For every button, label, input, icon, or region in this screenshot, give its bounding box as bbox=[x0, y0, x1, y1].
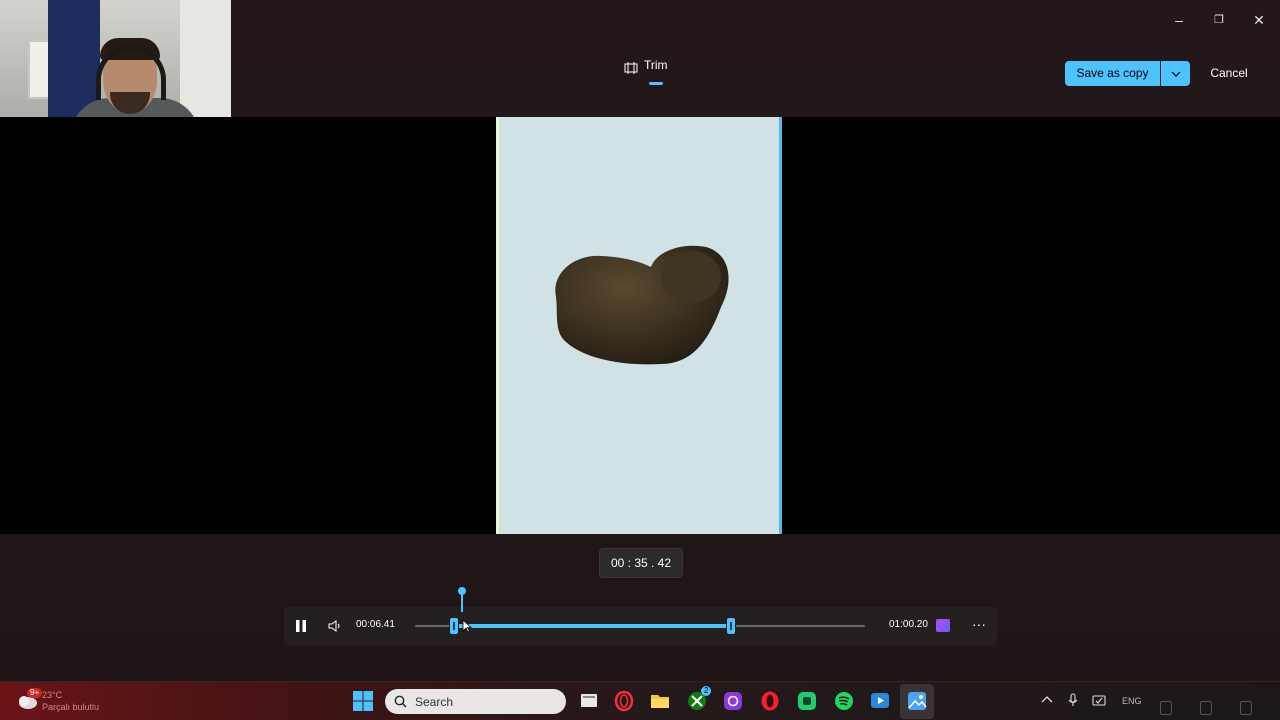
timeline-selection bbox=[454, 624, 731, 628]
minimize-button[interactable]: – bbox=[1169, 10, 1189, 30]
opera-icon[interactable] bbox=[759, 690, 781, 712]
task-view-icon[interactable] bbox=[578, 690, 600, 712]
playhead-line bbox=[460, 592, 463, 612]
trim-icon bbox=[624, 62, 638, 74]
mouse-cursor-icon bbox=[462, 619, 472, 633]
close-button[interactable]: ✕ bbox=[1249, 10, 1269, 30]
input-language[interactable]: ENG bbox=[1122, 696, 1142, 706]
more-options-button[interactable]: ··· bbox=[970, 617, 988, 635]
cancel-button[interactable]: Cancel bbox=[1198, 61, 1260, 86]
time-tooltip: 00 : 35 . 42 bbox=[599, 548, 683, 578]
chevron-up-icon[interactable] bbox=[1040, 693, 1054, 707]
photos-editor-icon[interactable] bbox=[906, 690, 928, 712]
tab-trim-label: Trim bbox=[644, 58, 668, 72]
taskbar: 9+ 23°C Parçalı bulutlu Search 2 ENG bbox=[0, 681, 1280, 720]
playhead-handle[interactable] bbox=[457, 587, 466, 595]
microphone-icon[interactable] bbox=[1066, 693, 1080, 707]
wifi-icon[interactable] bbox=[1160, 701, 1172, 715]
weather-condition: Parçalı bulutlu bbox=[42, 702, 100, 712]
windows-start-icon[interactable] bbox=[352, 690, 374, 712]
cloud-sync-icon[interactable] bbox=[1092, 693, 1106, 707]
chevron-down-icon bbox=[1171, 71, 1180, 77]
clipchamp-icon[interactable] bbox=[936, 619, 950, 632]
trim-start-time: 00:06.41 bbox=[356, 619, 395, 630]
pause-icon[interactable] bbox=[294, 618, 308, 634]
video-subject-blob bbox=[555, 245, 729, 365]
xbox-notification-badge: 2 bbox=[701, 686, 712, 696]
weather-alert-badge: 9+ bbox=[27, 688, 43, 698]
tab-active-indicator bbox=[649, 82, 663, 85]
notification-icon[interactable] bbox=[1240, 701, 1252, 715]
weather-temperature: 23°C bbox=[42, 690, 63, 700]
opera-gx-icon[interactable] bbox=[613, 690, 635, 712]
video-frame bbox=[496, 117, 782, 534]
photos-video-trim-window: – ❐ ✕ Trim Save as copy Cancel 00: 35 .… bbox=[0, 0, 1280, 720]
search-label: Search bbox=[415, 695, 454, 709]
weather-widget[interactable]: 9+ 23°C Parçalı bulutlu bbox=[14, 688, 124, 716]
clipchamp-icon[interactable] bbox=[869, 690, 891, 712]
volume-icon[interactable] bbox=[327, 618, 343, 634]
trim-start-handle[interactable] bbox=[449, 617, 460, 635]
spotify-icon[interactable] bbox=[833, 690, 855, 712]
trim-end-handle[interactable] bbox=[725, 617, 736, 635]
webcam-overlay bbox=[0, 0, 231, 130]
save-options-dropdown[interactable] bbox=[1161, 61, 1190, 86]
speaker-icon[interactable] bbox=[1200, 701, 1212, 715]
video-preview[interactable] bbox=[0, 117, 1280, 534]
taskbar-search-box[interactable]: Search bbox=[385, 689, 566, 714]
player-controls: 00:06.41 01:00.20 ··· bbox=[284, 587, 997, 645]
trim-end-time: 01:00.20 bbox=[889, 619, 928, 630]
photos-icon[interactable] bbox=[722, 690, 744, 712]
restore-button[interactable]: ❐ bbox=[1209, 10, 1229, 30]
search-icon bbox=[394, 695, 407, 708]
whatsapp-icon[interactable] bbox=[796, 690, 818, 712]
file-explorer-icon[interactable] bbox=[649, 690, 671, 712]
save-as-copy-button[interactable]: Save as copy bbox=[1065, 61, 1160, 86]
